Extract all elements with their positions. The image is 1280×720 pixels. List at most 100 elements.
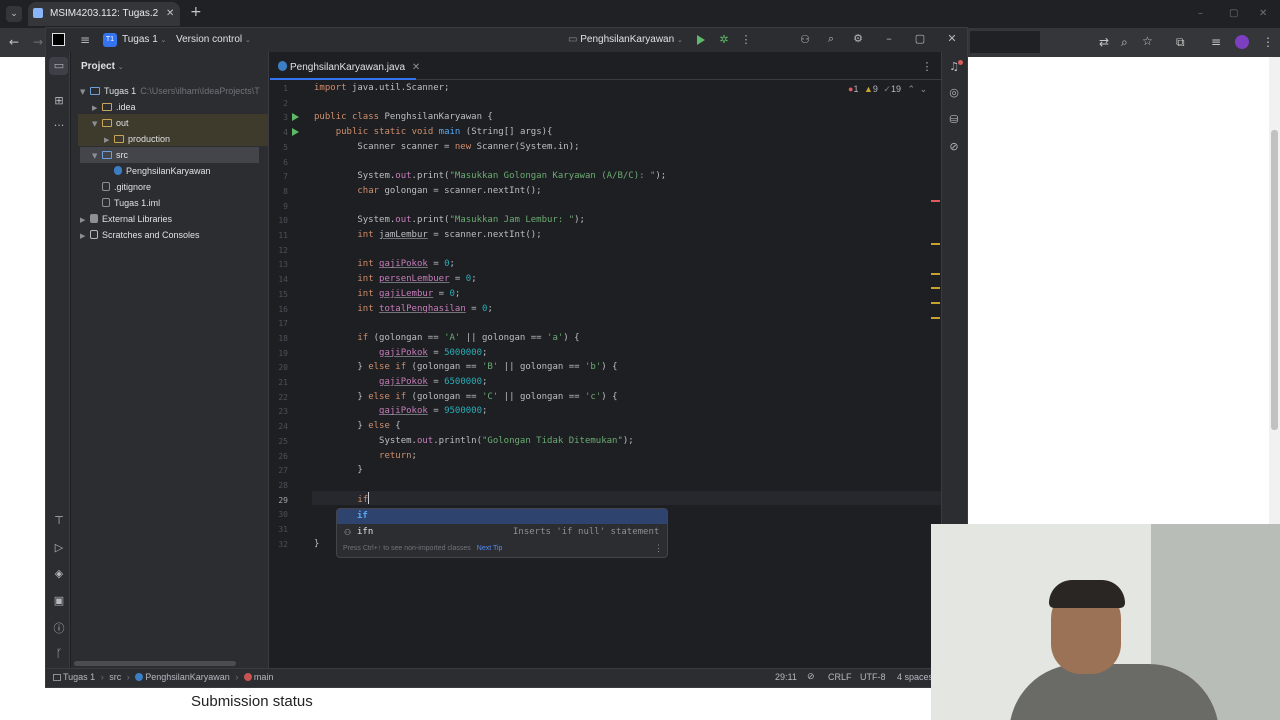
forward-arrow-icon[interactable]: → bbox=[33, 35, 43, 49]
ide-close-button[interactable]: ✕ bbox=[940, 32, 964, 45]
indent-setting[interactable]: 4 spaces bbox=[897, 672, 931, 682]
editor-more-icon[interactable]: ⋮ bbox=[915, 60, 939, 73]
code-line[interactable]: gajiPokok = 6500000; bbox=[314, 377, 487, 387]
code-line[interactable]: public static void main (String[] args){ bbox=[314, 127, 553, 137]
readonly-toggle-icon[interactable]: ⊘ bbox=[807, 671, 815, 682]
window-restore-button[interactable]: ▢ bbox=[1229, 7, 1238, 21]
code-line[interactable]: gajiPokok = 5000000; bbox=[314, 348, 487, 358]
chevron-right-icon[interactable]: ▶ bbox=[80, 228, 90, 244]
breadcrumb-method[interactable]: main bbox=[254, 672, 274, 682]
settings-gear-icon[interactable]: ⚙ bbox=[846, 32, 870, 45]
code-line[interactable]: import java.util.Scanner; bbox=[314, 83, 449, 93]
completion-more-icon[interactable]: ⋮ bbox=[654, 543, 663, 554]
zoom-icon[interactable]: ⌕ bbox=[1121, 35, 1128, 49]
reading-list-icon[interactable]: ≡ bbox=[1211, 35, 1221, 49]
warning-stripe-mark[interactable] bbox=[931, 273, 940, 275]
warning-stripe-mark[interactable] bbox=[931, 317, 940, 319]
tree-item[interactable]: ▶ .idea bbox=[80, 99, 268, 115]
extensions-icon[interactable]: ⧉ bbox=[1176, 35, 1185, 49]
copilot-icon[interactable]: ⊘ bbox=[942, 140, 966, 153]
warning-stripe-mark[interactable] bbox=[931, 243, 940, 245]
warning-stripe-mark[interactable] bbox=[931, 287, 940, 289]
code-line[interactable]: return; bbox=[314, 451, 417, 461]
run-main-gutter-icon[interactable] bbox=[292, 128, 299, 136]
browser-tab[interactable]: MSIM4203.112: Tugas.2 bbox=[28, 2, 180, 26]
ide-maximize-button[interactable]: ▢ bbox=[908, 32, 932, 45]
code-line[interactable]: if (golongan == 'A' || golongan == 'a') … bbox=[314, 333, 579, 343]
breadcrumb-project[interactable]: Tugas 1 bbox=[63, 672, 95, 682]
run-config-selector[interactable]: ▭ PenghsilanKaryawan ⌄ bbox=[568, 34, 683, 45]
tree-item[interactable]: ▶ External Libraries bbox=[80, 211, 268, 227]
tree-item[interactable]: PenghsilanKaryawan bbox=[80, 163, 268, 179]
tree-item[interactable]: ▶ Scratches and Consoles bbox=[80, 227, 268, 243]
chevron-right-icon[interactable]: ▶ bbox=[80, 212, 90, 228]
build-hammer-icon[interactable]: ⊤ bbox=[47, 514, 71, 527]
caret-position[interactable]: 29:11 bbox=[775, 672, 797, 682]
main-menu-icon[interactable]: ≡ bbox=[73, 33, 97, 47]
address-bar[interactable] bbox=[970, 31, 1040, 53]
code-line[interactable]: } bbox=[314, 465, 362, 475]
tab-close-icon[interactable]: ✕ bbox=[166, 7, 174, 21]
ide-minimize-button[interactable]: – bbox=[877, 32, 901, 45]
code-line[interactable]: if bbox=[314, 495, 368, 505]
more-tools-icon[interactable]: ··· bbox=[47, 119, 71, 132]
bookmark-star-icon[interactable]: ☆ bbox=[1142, 34, 1153, 48]
code-line[interactable]: int persenLembuer = 0; bbox=[314, 274, 476, 284]
error-stripe-mark[interactable] bbox=[931, 200, 940, 202]
window-close-button[interactable]: ✕ bbox=[1259, 7, 1267, 21]
chevron-right-icon[interactable]: ▶ bbox=[92, 100, 102, 116]
window-minimize-button[interactable]: – bbox=[1198, 7, 1203, 21]
tab-close-icon[interactable]: ✕ bbox=[412, 62, 420, 73]
layers-icon[interactable]: ◈ bbox=[47, 567, 71, 580]
tree-item[interactable]: ▼ out bbox=[80, 115, 268, 131]
line-separator[interactable]: CRLF bbox=[828, 672, 852, 682]
code-line[interactable]: System.out.print("Masukkan Jam Lembur: "… bbox=[314, 215, 585, 225]
tree-item[interactable]: ▼ src bbox=[80, 147, 268, 163]
add-user-icon[interactable]: ⚇ bbox=[793, 33, 817, 46]
code-line[interactable]: int gajiLembur = 0; bbox=[314, 289, 460, 299]
completion-item-selected[interactable] bbox=[337, 509, 667, 524]
code-line[interactable]: System.out.println("Golongan Tidak Ditem… bbox=[314, 436, 634, 446]
code-editor[interactable] bbox=[270, 80, 941, 668]
back-arrow-icon[interactable]: ← bbox=[9, 35, 19, 49]
warning-stripe-mark[interactable] bbox=[931, 302, 940, 304]
code-line[interactable]: System.out.print("Masukkan Golongan Kary… bbox=[314, 171, 666, 181]
code-line[interactable]: } else if (golongan == 'C' || golongan =… bbox=[314, 392, 617, 402]
code-line[interactable]: char golongan = scanner.nextInt(); bbox=[314, 186, 541, 196]
chevron-down-icon[interactable]: ⌄ bbox=[920, 84, 928, 94]
chevron-down-icon[interactable]: ▼ bbox=[92, 148, 102, 164]
problems-icon[interactable]: ⓘ bbox=[47, 620, 71, 636]
breadcrumb-class[interactable]: PenghsilanKaryawan bbox=[145, 672, 230, 682]
browser-menu-icon[interactable]: ⋮ bbox=[1262, 35, 1274, 49]
tree-item[interactable]: .gitignore bbox=[80, 179, 268, 195]
code-line[interactable]: int totalPenghasilan = 0; bbox=[314, 304, 493, 314]
project-switcher[interactable]: Tugas 1 ⌄ bbox=[122, 34, 166, 45]
page-scroll-thumb[interactable] bbox=[1271, 130, 1278, 430]
breadcrumb-src[interactable]: src bbox=[109, 672, 121, 682]
structure-icon[interactable]: ⊞ bbox=[47, 94, 71, 107]
run-class-gutter-icon[interactable] bbox=[292, 113, 299, 121]
database-icon[interactable]: ⛁ bbox=[942, 113, 966, 126]
inspection-widget[interactable]: ●1 ▲9 ✓19 ⌃ ⌄ bbox=[848, 84, 927, 95]
git-icon[interactable]: ᚴ bbox=[47, 647, 71, 660]
tree-item[interactable]: ▶ production bbox=[80, 131, 268, 147]
chevron-up-icon[interactable]: ⌃ bbox=[908, 84, 916, 94]
chevron-down-icon[interactable]: ▼ bbox=[92, 116, 102, 132]
debug-icon[interactable]: ✲ bbox=[712, 33, 736, 46]
translate-icon[interactable]: ⇄ bbox=[1099, 35, 1109, 49]
search-icon[interactable]: ⌕ bbox=[819, 32, 843, 46]
project-panel-title[interactable]: Project ⌄ bbox=[81, 61, 124, 72]
code-line[interactable]: int jamLembur = scanner.nextInt(); bbox=[314, 230, 541, 240]
profile-avatar[interactable] bbox=[1235, 35, 1249, 49]
code-line[interactable]: } else { bbox=[314, 421, 400, 431]
ai-assistant-icon[interactable]: ◎ bbox=[942, 86, 966, 99]
terminal-icon[interactable]: ▣ bbox=[47, 594, 71, 607]
code-line[interactable]: int gajiPokok = 0; bbox=[314, 259, 455, 269]
more-actions-icon[interactable]: ⋮ bbox=[734, 33, 758, 46]
code-line[interactable]: } else if (golongan == 'B' || golongan =… bbox=[314, 362, 617, 372]
next-tip-link[interactable]: Next Tip bbox=[477, 545, 503, 552]
code-line[interactable]: public class PenghsilanKaryawan { bbox=[314, 112, 493, 122]
chevron-right-icon[interactable]: ▶ bbox=[104, 132, 114, 148]
new-tab-button[interactable]: + bbox=[190, 5, 202, 19]
chevron-down-icon[interactable]: ▼ bbox=[80, 84, 90, 100]
